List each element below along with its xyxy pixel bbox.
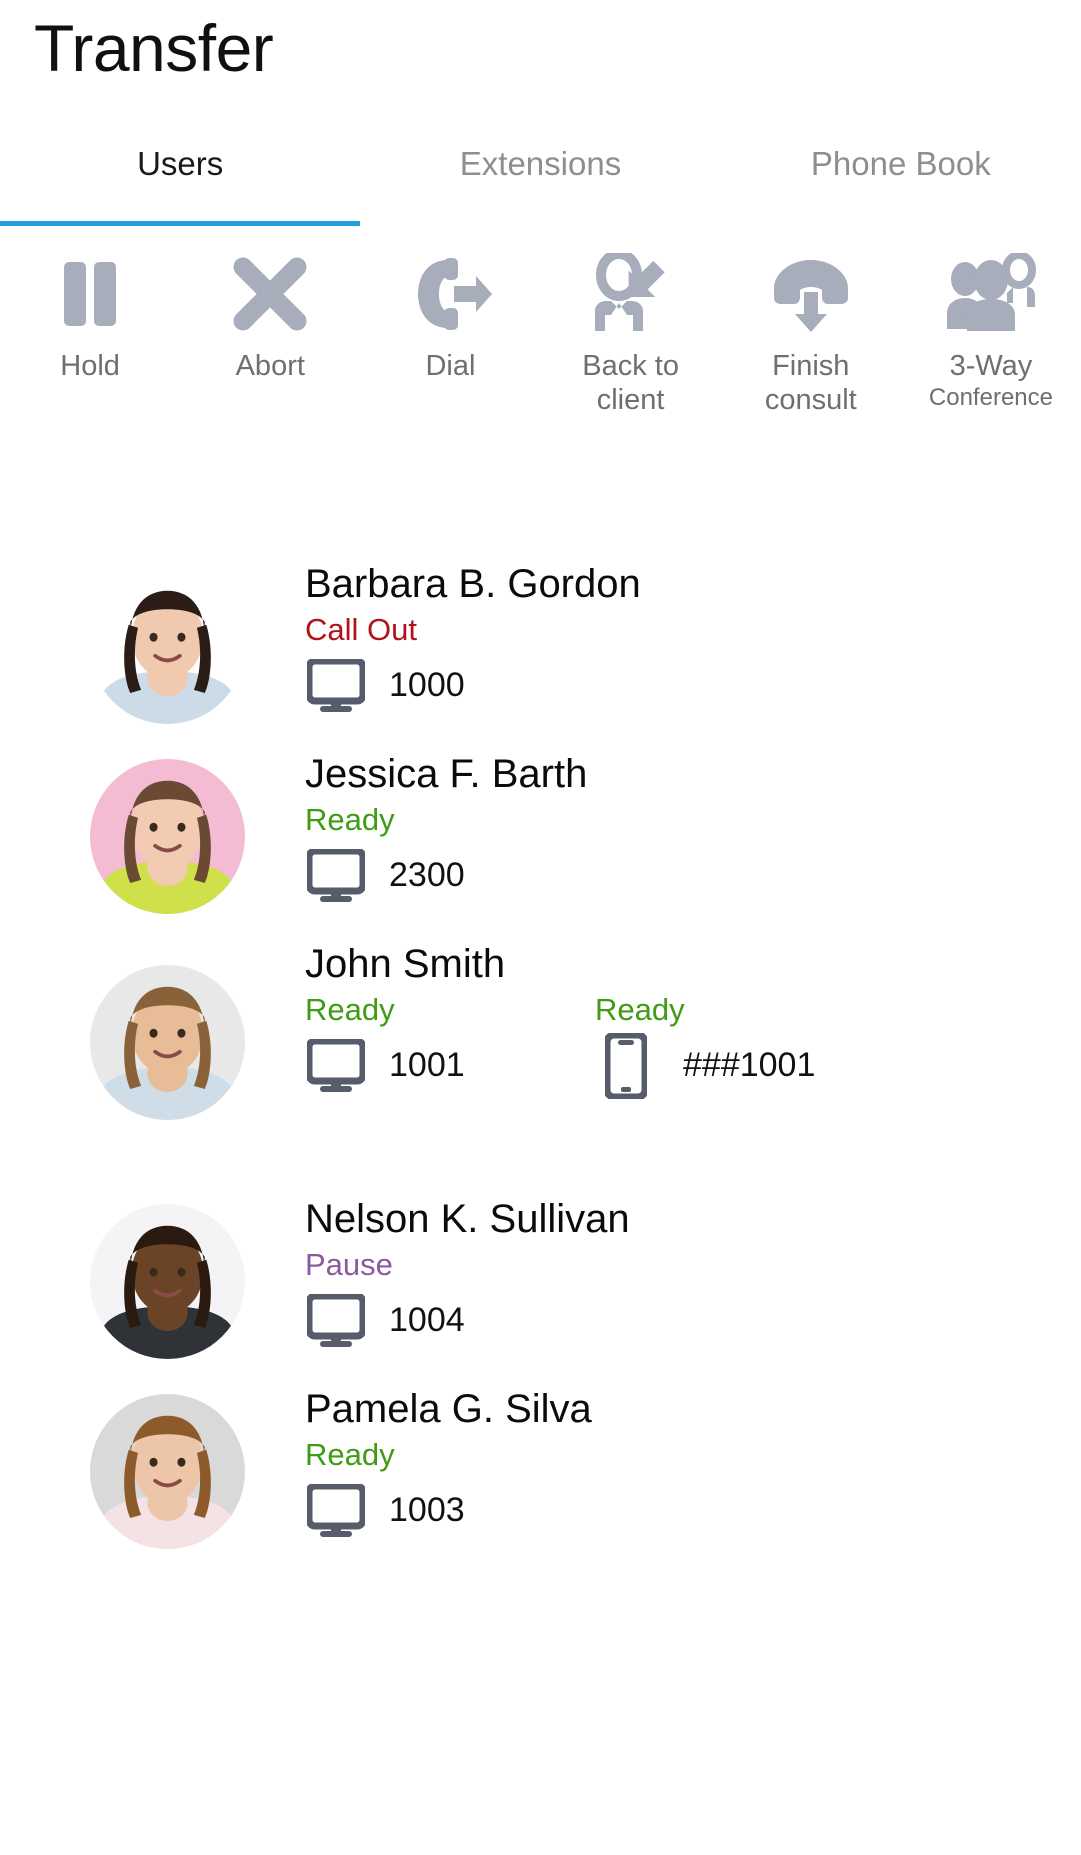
toolbar-button-main-label: Finish consult: [764, 350, 857, 416]
close-x-icon: [224, 248, 316, 340]
user-row[interactable]: John Smith Ready 1001 Ready ###1001: [0, 935, 1081, 1120]
toolbar-button-label: Back to client: [556, 350, 706, 418]
tab-active-underline: [360, 221, 720, 226]
toolbar-button-3-way[interactable]: 3-Way Conference: [901, 240, 1081, 413]
status-badge: Call Out: [305, 612, 417, 647]
toolbar-button-main-label: Dial: [425, 350, 476, 382]
tab-active-underline: [0, 221, 361, 226]
user-row[interactable]: Pamela G. Silva Ready 1003: [0, 1380, 1081, 1549]
device-columns: Call Out 1000: [305, 609, 1081, 717]
toolbar-button-label: Finish consult: [736, 350, 886, 418]
user-device: Pause 1004: [305, 1244, 595, 1352]
user-name: John Smith: [305, 942, 506, 986]
toolbar-button-main-label: Abort: [235, 350, 305, 382]
device-columns: Pause 1004: [305, 1244, 1081, 1352]
toolbar-button-finish-consult[interactable]: Finish consult: [721, 240, 901, 418]
call-action-toolbar: Hold Abort Dial Back to client Finish con…: [0, 240, 1081, 450]
status-badge: Ready: [305, 992, 395, 1027]
toolbar-button-main-label: Hold: [60, 350, 120, 382]
extension-number: 1000: [389, 666, 465, 705]
user-name: Barbara B. Gordon: [305, 562, 641, 606]
status-badge: Ready: [595, 992, 685, 1027]
tab-users[interactable]: Users: [0, 132, 361, 226]
tab-label: Extensions: [459, 145, 622, 182]
three-way-conference-icon: [945, 248, 1037, 340]
mobile-icon[interactable]: [595, 1032, 657, 1099]
user-device: Ready 1003: [305, 1434, 595, 1542]
device-line: 2300: [305, 845, 595, 907]
toolbar-button-main-label: 3-Way: [949, 350, 1033, 382]
desktop-icon[interactable]: [305, 847, 367, 905]
toolbar-button-main-label: Back to client: [582, 350, 679, 416]
device-line: 1003: [305, 1480, 595, 1542]
toolbar-button-sublabel: Conference: [928, 383, 1053, 411]
toolbar-button-back-to-client[interactable]: Back to client: [541, 240, 721, 418]
status-badge: Ready: [305, 1437, 395, 1472]
toolbar-button-dial[interactable]: Dial: [360, 240, 540, 384]
toolbar-button-abort[interactable]: Abort: [180, 240, 360, 384]
toolbar-button-hold[interactable]: Hold: [0, 240, 180, 384]
desktop-icon[interactable]: [305, 1482, 367, 1540]
pause-icon: [44, 248, 136, 340]
user-row[interactable]: Barbara B. Gordon Call Out 1000: [0, 555, 1081, 724]
user-name: Jessica F. Barth: [305, 752, 588, 796]
device-line: ###1001: [595, 1032, 885, 1099]
tab-label: Users: [137, 145, 224, 182]
extension-number: 2300: [389, 856, 465, 895]
desktop-icon[interactable]: [305, 1037, 367, 1095]
avatar: [90, 1394, 245, 1549]
extension-number: 1001: [389, 1046, 465, 1085]
tab-extensions[interactable]: Extensions: [360, 132, 720, 226]
status-badge: Ready: [305, 802, 395, 837]
status-badge: Pause: [305, 1247, 393, 1282]
user-info: Pamela G. Silva Ready 1003: [305, 1380, 1081, 1542]
avatar: [90, 569, 245, 724]
avatar: [90, 759, 245, 914]
device-columns: Ready 1003: [305, 1434, 1081, 1542]
device-line: 1000: [305, 655, 595, 717]
user-name: Nelson K. Sullivan: [305, 1197, 630, 1241]
toolbar-button-label: Abort: [236, 350, 305, 384]
tab-phone-book[interactable]: Phone Book: [721, 132, 1081, 226]
user-info: John Smith Ready 1001 Ready ###1001: [305, 935, 1081, 1099]
tabbar: Users Extensions Phone Book: [0, 132, 1081, 226]
user-device: Ready ###1001: [595, 989, 885, 1099]
back-to-client-icon: [585, 248, 677, 340]
toolbar-button-label: 3-Way Conference: [929, 350, 1053, 413]
extension-number: 1003: [389, 1491, 465, 1530]
user-info: Barbara B. Gordon Call Out 1000: [305, 555, 1081, 717]
hangup-icon: [765, 248, 857, 340]
page-title: Transfer: [34, 11, 274, 85]
tab-active-underline: [721, 221, 1081, 226]
toolbar-button-label: Dial: [425, 350, 475, 384]
user-row[interactable]: Jessica F. Barth Ready 2300: [0, 745, 1081, 914]
desktop-icon[interactable]: [305, 657, 367, 715]
phone-out-icon: [404, 248, 496, 340]
user-info: Jessica F. Barth Ready 2300: [305, 745, 1081, 907]
extension-number: ###1001: [683, 1046, 816, 1085]
user-device: Ready 1001: [305, 989, 595, 1097]
device-columns: Ready 2300: [305, 799, 1081, 907]
user-name: Pamela G. Silva: [305, 1387, 592, 1431]
device-columns: Ready 1001 Ready ###1001: [305, 989, 1081, 1099]
user-info: Nelson K. Sullivan Pause 1004: [305, 1190, 1081, 1352]
transfer-screen: Transfer Users Extensions Phone Book Hold A…: [0, 0, 1081, 1855]
user-device: Call Out 1000: [305, 609, 595, 717]
device-line: 1004: [305, 1290, 595, 1352]
avatar: [90, 965, 245, 1120]
toolbar-button-label: Hold: [60, 350, 120, 384]
avatar: [90, 1204, 245, 1359]
tab-label: Phone Book: [810, 145, 991, 182]
device-line: 1001: [305, 1035, 595, 1097]
desktop-icon[interactable]: [305, 1292, 367, 1350]
user-row[interactable]: Nelson K. Sullivan Pause 1004: [0, 1190, 1081, 1359]
extension-number: 1004: [389, 1301, 465, 1340]
user-device: Ready 2300: [305, 799, 595, 907]
